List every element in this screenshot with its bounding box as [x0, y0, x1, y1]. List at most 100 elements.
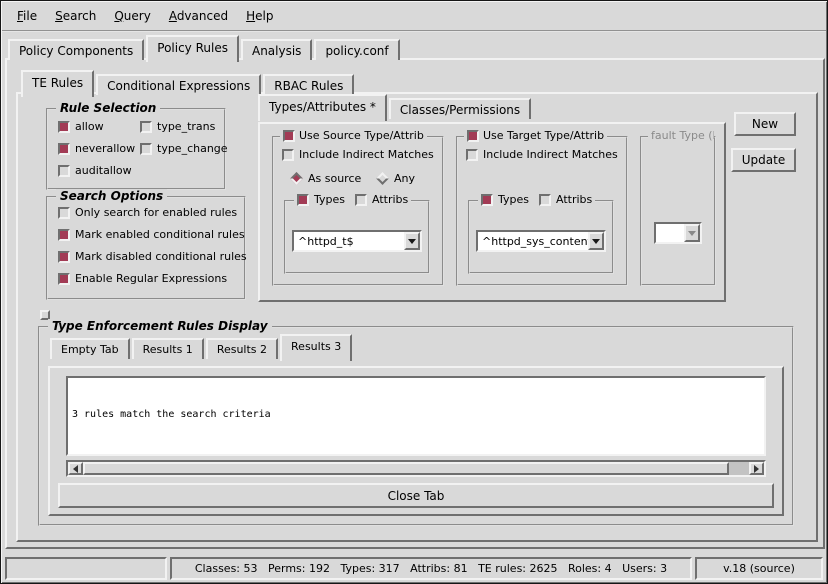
tab-analysis[interactable]: Analysis — [241, 39, 312, 60]
status-stats: Classes: 53 Perms: 192 Types: 317 Attrib… — [170, 557, 692, 580]
checkbox-label: Include Indirect Matches — [483, 148, 618, 161]
checkbox-indicator — [58, 251, 70, 263]
tab-policy-rules[interactable]: Policy Rules — [146, 35, 239, 62]
default-type-combo — [654, 222, 702, 244]
source-types-attribs-box: Types Attribs ^httpd_t$ — [284, 200, 430, 274]
checkbox-indirect-source[interactable]: Include Indirect Matches — [282, 148, 434, 161]
results-tab-bar: Empty Tab Results 1 Results 2 Results 3 — [50, 334, 354, 361]
target-types-attribs-title: Types Attribs — [478, 193, 595, 206]
menu-file[interactable]: File — [8, 5, 46, 27]
radio-indicator — [290, 172, 303, 185]
checkbox-indicator — [140, 143, 152, 155]
source-type-combo[interactable]: ^httpd_t$ — [292, 230, 422, 252]
radio-any[interactable]: Any — [376, 172, 415, 185]
use-source-label: Use Source Type/Attrib — [299, 129, 424, 142]
tab-classes-permissions[interactable]: Classes/Permissions — [389, 98, 531, 119]
checkbox-label: Include Indirect Matches — [299, 148, 434, 161]
checkbox-label: type_trans — [157, 120, 215, 133]
dropdown-arrow-icon — [684, 224, 700, 242]
tab-policy-components[interactable]: Policy Components — [8, 39, 144, 60]
radio-label: Any — [394, 172, 415, 185]
checkbox-target-attribs[interactable]: Attribs — [539, 193, 592, 206]
checkbox-indicator — [58, 207, 70, 219]
tab-types-attributes[interactable]: Types/Attributes * — [258, 94, 387, 121]
checkbox-mark-enabled-conditional[interactable]: Mark enabled conditional rules — [58, 228, 245, 241]
checkbox-indicator — [481, 194, 493, 206]
scroll-left-arrow-icon[interactable] — [68, 462, 83, 475]
status-spacer — [5, 557, 167, 580]
use-target-label: Use Target Type/Attrib — [483, 129, 604, 142]
checkbox-label: allow — [75, 120, 104, 133]
checkbox-indicator — [58, 273, 70, 285]
update-button[interactable]: Update — [731, 148, 796, 172]
target-frame-title[interactable]: Use Target Type/Attrib — [464, 129, 607, 142]
dropdown-arrow-icon[interactable] — [404, 232, 420, 250]
tab-results-1[interactable]: Results 1 — [132, 338, 204, 359]
checkbox-indicator — [355, 194, 367, 206]
checkbox-type-change[interactable]: type_change — [140, 142, 228, 155]
source-type-combo-value: ^httpd_t$ — [294, 232, 404, 250]
main-tab-bar: Policy Components Policy Rules Analysis … — [8, 35, 402, 62]
radio-indicator — [376, 172, 389, 185]
checkbox-type-trans[interactable]: type_trans — [140, 120, 215, 133]
checkbox-label: type_change — [157, 142, 228, 155]
target-type-combo[interactable]: ^httpd_sys_content_t$ — [476, 230, 606, 252]
checkbox-source-attribs[interactable]: Attribs — [355, 193, 408, 206]
results-hscrollbar[interactable] — [66, 460, 766, 477]
new-button[interactable]: New — [734, 112, 796, 136]
checkbox-only-enabled-rules[interactable]: Only search for enabled rules — [58, 206, 237, 219]
checkbox-target-types[interactable]: Types — [481, 193, 529, 206]
menu-advanced[interactable]: Advanced — [160, 5, 237, 27]
tab-te-rules[interactable]: TE Rules — [21, 70, 94, 97]
checkbox-enable-regex[interactable]: Enable Regular Expressions — [58, 272, 227, 285]
tab-empty[interactable]: Empty Tab — [50, 338, 130, 359]
scrollbar-trough[interactable] — [83, 462, 749, 475]
radio-as-source[interactable]: As source — [290, 172, 361, 185]
types-attributes-page: Use Source Type/Attrib Include Indirect … — [258, 122, 726, 302]
default-type-combo-value — [656, 224, 684, 242]
close-tab-button[interactable]: Close Tab — [58, 483, 774, 508]
te-rules-page: Rule Selection allow neverallow auditall… — [16, 92, 818, 542]
tab-results-3[interactable]: Results 3 — [280, 334, 352, 361]
tab-results-2[interactable]: Results 2 — [206, 338, 278, 359]
rules-tab-bar: TE Rules Conditional Expressions RBAC Ru… — [21, 70, 356, 97]
scrollbar-thumb[interactable] — [83, 462, 729, 475]
menu-query[interactable]: Query — [105, 5, 159, 27]
search-options-frame: Search Options Only search for enabled r… — [46, 196, 246, 300]
results-text-area[interactable]: 3 rules match the search criteria (5822)… — [66, 376, 766, 456]
results-summary: 3 rules match the search criteria — [72, 408, 760, 422]
default-type-frame-title: fault Type (Disa — [648, 129, 714, 142]
status-version: v.18 (source) — [695, 557, 823, 580]
checkbox-indicator — [140, 121, 152, 133]
target-type-frame: Use Target Type/Attrib Include Indirect … — [456, 136, 628, 286]
checkbox-label: Mark enabled conditional rules — [75, 228, 245, 241]
checkbox-label: auditallow — [75, 164, 132, 177]
checkbox-auditallow[interactable]: auditallow — [58, 164, 132, 177]
scroll-right-arrow-icon[interactable] — [749, 462, 764, 475]
radio-label: As source — [308, 172, 361, 185]
types-attrs-tab-bar: Types/Attributes * Classes/Permissions — [258, 94, 533, 121]
dropdown-arrow-icon[interactable] — [588, 232, 604, 250]
tab-policy-conf[interactable]: policy.conf — [314, 39, 399, 60]
menu-help[interactable]: Help — [237, 5, 282, 27]
rule-selection-title: Rule Selection — [56, 101, 160, 115]
checkbox-allow[interactable]: allow — [58, 120, 104, 133]
checkbox-indicator — [539, 194, 551, 206]
target-type-combo-value: ^httpd_sys_content_t$ — [478, 232, 588, 250]
checkbox-indirect-target[interactable]: Include Indirect Matches — [466, 148, 618, 161]
source-type-frame: Use Source Type/Attrib Include Indirect … — [272, 136, 444, 286]
source-frame-title[interactable]: Use Source Type/Attrib — [280, 129, 427, 142]
checkbox-label: Only search for enabled rules — [75, 206, 237, 219]
checkbox-neverallow[interactable]: neverallow — [58, 142, 135, 155]
checkbox-source-types[interactable]: Types — [297, 193, 345, 206]
tab-rbac-rules[interactable]: RBAC Rules — [263, 74, 354, 95]
checkbox-indicator — [58, 143, 70, 155]
tab-conditional-expressions[interactable]: Conditional Expressions — [96, 74, 261, 95]
checkbox-indicator — [58, 121, 70, 133]
checkbox-mark-disabled-conditional[interactable]: Mark disabled conditional rules — [58, 250, 247, 263]
checkbox-use-source[interactable] — [283, 130, 295, 142]
checkbox-indicator — [58, 165, 70, 177]
default-type-frame: fault Type (Disa — [640, 136, 716, 286]
menu-search[interactable]: Search — [46, 5, 105, 27]
checkbox-use-target[interactable] — [467, 130, 479, 142]
